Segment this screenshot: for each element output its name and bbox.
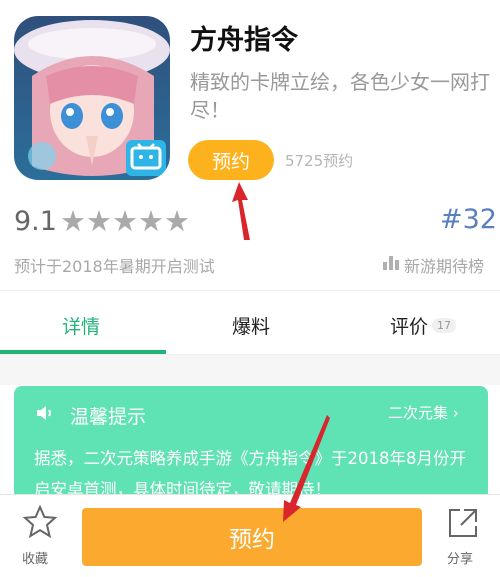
share-icon [449,509,477,537]
review-count-badge: 17 [432,318,456,333]
notice-link-label: 二次元集 [388,404,449,422]
favorite-button[interactable] [18,504,62,544]
reserve-count: 5725预约 [285,152,354,170]
divider [0,290,500,291]
tab-leaks[interactable]: 爆料 [232,312,270,339]
star-outline-icon [22,504,58,539]
bar-chart-icon [382,254,400,270]
tab-details[interactable]: 详情 [62,312,100,339]
release-note: 预计于2018年暑期开启测试 [14,257,215,276]
favorite-label: 收藏 [22,552,49,567]
speaker-icon [34,402,56,424]
rank-number[interactable]: #32 [440,204,497,235]
chevron-right-icon: › [452,404,459,422]
app-title: 方舟指令 [190,25,298,56]
app-description: 精致的卡牌立绘，各色少女一网打尽！ [190,70,490,122]
reserve-button[interactable]: 预约 [188,140,274,180]
rating-stars: ★★★★★ [60,204,190,238]
notice-link[interactable]: 二次元集 › [388,402,459,423]
app-icon [14,16,170,180]
share-button[interactable] [446,506,480,540]
section-gap [0,355,500,385]
reserve-main-button[interactable]: 预约 [82,508,422,566]
rating-score: 9.1 [14,206,57,237]
tab-reviews[interactable]: 评价 [390,312,428,339]
star-icon: ★★★★★ [60,204,190,238]
rank-label[interactable]: 新游期待榜 [404,253,484,277]
notice-title: 温馨提示 [70,406,147,428]
arrow-icon [232,182,250,240]
share-label: 分享 [447,552,474,567]
